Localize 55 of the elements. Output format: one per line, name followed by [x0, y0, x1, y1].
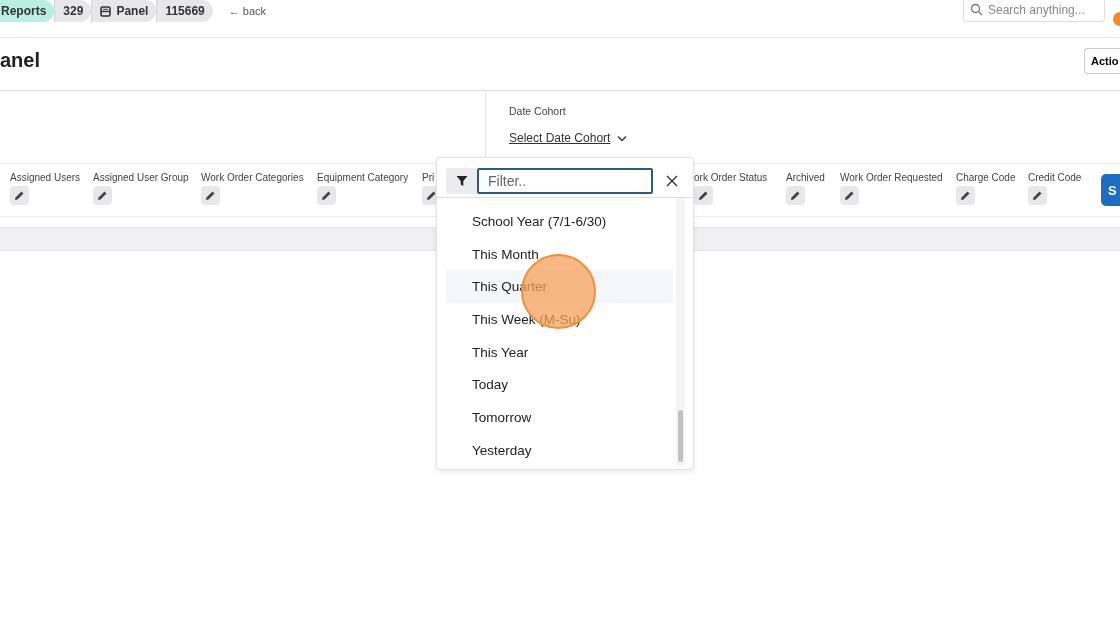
- pencil-icon: [97, 190, 108, 201]
- actions-button[interactable]: Actio: [1084, 48, 1120, 74]
- date-cohort-label: Date Cohort: [509, 105, 567, 117]
- pencil-icon: [1032, 190, 1043, 201]
- search-field[interactable]: Search anything...: [963, 0, 1105, 22]
- chevron-icon: [617, 134, 628, 142]
- arrow-glyph: ←: [228, 5, 240, 17]
- dropdown-option[interactable]: School Year (7/1-6/30): [446, 205, 673, 238]
- filter-icon[interactable]: [446, 168, 477, 194]
- edit-button[interactable]: [956, 186, 975, 205]
- pencil-icon: [205, 190, 216, 201]
- edit-button[interactable]: [201, 186, 220, 205]
- edit-button[interactable]: [93, 186, 112, 205]
- edit-button[interactable]: [10, 186, 29, 205]
- column-label: Assigned User Group: [93, 172, 189, 183]
- dropdown-option[interactable]: Yesterday: [446, 433, 673, 467]
- column-label: Charge Code: [956, 172, 1016, 183]
- column-label: Work Order Requested: [840, 172, 943, 183]
- breadcrumb[interactable]: Panel: [91, 0, 157, 22]
- pencil-icon: [321, 190, 332, 201]
- date-cohort-link[interactable]: Select Date Cohort: [509, 131, 628, 145]
- edit-button[interactable]: [786, 186, 805, 205]
- close-icon[interactable]: [666, 175, 678, 187]
- pencil-icon: [844, 190, 855, 201]
- column-label: Credit Code: [1028, 172, 1082, 183]
- dropdown-option[interactable]: Today: [446, 368, 673, 402]
- column-label: Pri: [422, 172, 435, 183]
- column-label: Equipment Category: [317, 172, 409, 183]
- submit-button[interactable]: S: [1101, 174, 1120, 206]
- panel-icon: [100, 5, 112, 17]
- pencil-icon: [790, 190, 801, 201]
- column-label: Archived: [786, 172, 825, 183]
- breadcrumb[interactable]: Reports: [0, 0, 55, 22]
- dropdown-option[interactable]: Tomorrow: [446, 401, 673, 434]
- pencil-icon: [14, 190, 25, 201]
- breadcrumb[interactable]: 115669: [156, 0, 213, 22]
- search-icon: [970, 3, 983, 16]
- dropdown-option[interactable]: This Year: [446, 335, 673, 369]
- edit-button[interactable]: [840, 186, 859, 205]
- pencil-icon: [698, 190, 709, 201]
- filter-input[interactable]: Filter..: [477, 168, 653, 194]
- edit-button[interactable]: [317, 186, 336, 205]
- back-link[interactable]: ← back: [228, 5, 267, 17]
- page-title: anel: [0, 48, 41, 72]
- column-label: ork Order Status: [694, 172, 768, 183]
- scrollbar-thumb[interactable]: [678, 410, 683, 462]
- pencil-icon: [426, 190, 437, 201]
- column-label: Work Order Categories: [201, 172, 304, 183]
- dropdown-option[interactable]: This Month: [446, 237, 673, 271]
- edit-button[interactable]: [1028, 186, 1047, 205]
- column-label: Assigned Users: [10, 172, 81, 183]
- breadcrumb[interactable]: 329: [54, 0, 92, 22]
- back-label: back: [242, 5, 267, 17]
- edit-button[interactable]: [694, 186, 713, 205]
- pencil-icon: [960, 190, 971, 201]
